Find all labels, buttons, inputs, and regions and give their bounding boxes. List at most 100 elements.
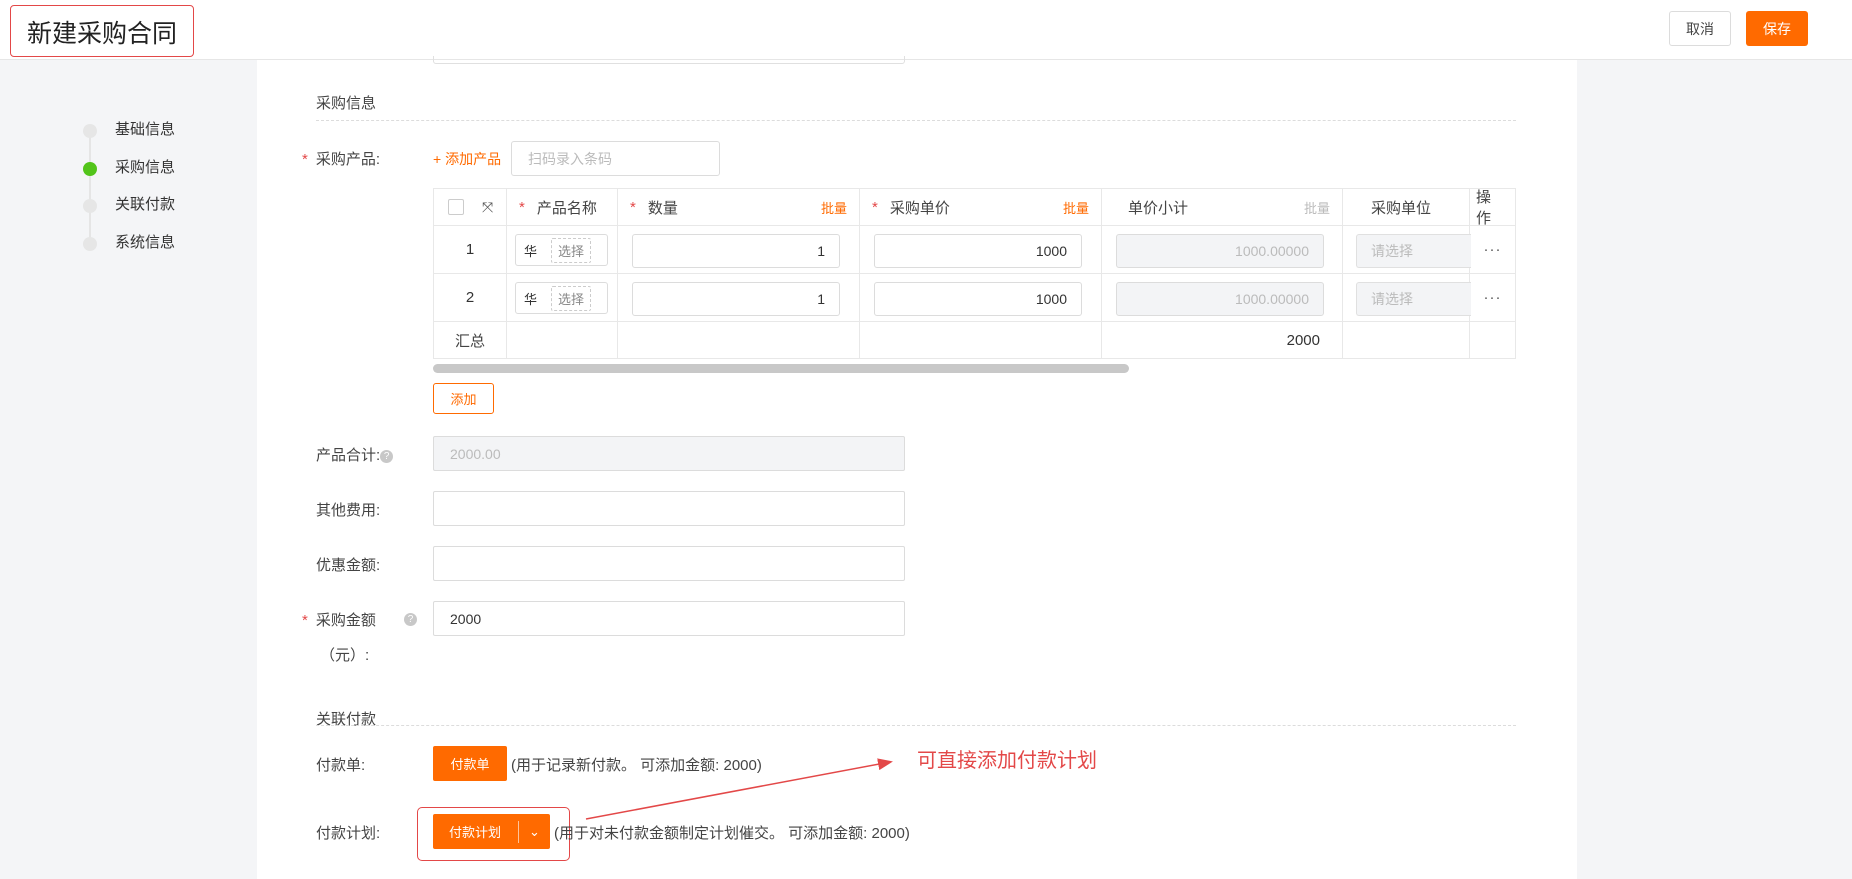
previous-field-input[interactable]: [433, 56, 905, 64]
row-index: 2: [433, 273, 507, 322]
required-mark: *: [302, 151, 308, 168]
add-row-button[interactable]: 添加: [433, 383, 494, 414]
header-unit-price: * 采购单价 批量: [859, 188, 1102, 226]
subtotal-input: [1116, 282, 1324, 316]
step-dot: [83, 236, 97, 251]
step-label: 基础信息: [115, 121, 176, 138]
label-text: 产品合计:: [316, 447, 381, 464]
other-fee-label: 其他费用:: [316, 502, 381, 519]
payment-plan-label: 付款计划:: [316, 825, 381, 842]
select-product-button[interactable]: 选择: [551, 285, 592, 311]
step-basic-info[interactable]: 基础信息: [82, 118, 262, 156]
batch-price-link[interactable]: 批量: [1063, 198, 1089, 217]
header-label: 产品名称: [536, 199, 597, 217]
unit-select[interactable]: 请选择: [1356, 282, 1471, 316]
price-cell: [859, 273, 1102, 322]
step-purchase-info[interactable]: 采购信息: [82, 156, 262, 194]
payment-plan-button-label: 付款计划: [449, 825, 502, 840]
unit-price-input[interactable]: [874, 234, 1082, 268]
row-index: 1: [433, 225, 507, 274]
product-total-label: 产品合计:?: [316, 444, 394, 465]
select-all-checkbox[interactable]: [448, 199, 464, 215]
table-header-row: ⤧ * 产品名称 * 数量 批量 * 采购单价 批量 单价小计 批量 采购单位: [433, 188, 1516, 227]
payment-plan-button[interactable]: 付款计划 ⌄: [433, 814, 550, 849]
header-select-cell: ⤧: [433, 188, 507, 226]
product-name-cell: 华 选择: [506, 273, 618, 322]
add-product-link[interactable]: + 添加产品: [433, 149, 501, 169]
page-header: 新建采购合同 取消 保存: [0, 0, 1852, 60]
help-icon[interactable]: ?: [404, 613, 417, 626]
payment-order-label: 付款单:: [316, 757, 366, 774]
summary-empty: [1469, 321, 1516, 359]
purchase-amount-input[interactable]: [433, 601, 905, 636]
product-total-input: [433, 436, 905, 471]
batch-subtotal-link: 批量: [1303, 200, 1330, 216]
step-nav: 基础信息 采购信息 关联付款 系统信息: [82, 118, 262, 268]
cancel-button[interactable]: 取消: [1669, 11, 1731, 46]
subtotal-cell: [1101, 225, 1343, 274]
label-text: 采购产品:: [315, 151, 381, 168]
step-related-payment[interactable]: 关联付款: [82, 193, 262, 231]
purchase-amount-label: * 采购金额: [302, 609, 376, 630]
quantity-cell: [617, 225, 860, 274]
help-icon[interactable]: ?: [380, 449, 394, 463]
batch-qty-link[interactable]: 批量: [821, 198, 847, 217]
header-label: 采购单价: [889, 199, 950, 217]
unit-cell: 请选择: [1342, 225, 1471, 274]
product-picker[interactable]: 华 选择: [515, 234, 608, 266]
payment-order-button[interactable]: 付款单: [433, 746, 507, 781]
step-dot: [83, 199, 97, 213]
header-quantity: * 数量 批量: [617, 188, 860, 226]
barcode-scan-input[interactable]: [511, 141, 720, 176]
step-label: 关联付款: [115, 196, 176, 213]
summary-empty: [617, 321, 860, 359]
row-more-icon[interactable]: ···: [1469, 273, 1516, 322]
table-row: 2 华 选择 请选择 ···: [433, 273, 1516, 322]
header-ops: 操作: [1469, 188, 1516, 227]
product-table: ⤧ * 产品名称 * 数量 批量 * 采购单价 批量 单价小计 批量 采购单位: [433, 188, 1516, 359]
select-product-button[interactable]: 选择: [551, 237, 592, 263]
required-mark: *: [519, 198, 525, 216]
unit-price-input[interactable]: [874, 282, 1082, 316]
summary-empty: [859, 321, 1102, 359]
save-button[interactable]: 保存: [1746, 11, 1808, 46]
product-name-text: 华: [524, 243, 538, 259]
quantity-cell: [617, 273, 860, 322]
summary-row: 汇总 2000: [433, 321, 1516, 359]
product-picker[interactable]: 华 选择: [515, 282, 608, 314]
unit-select[interactable]: 请选择: [1356, 234, 1471, 268]
purchase-amount-unit: （元）:: [320, 647, 370, 664]
step-dot: [83, 124, 97, 138]
table-row: 1 华 选择 请选择 ···: [433, 225, 1516, 274]
required-mark: *: [872, 198, 878, 216]
payment-plan-hint: (用于对未付款金额制定计划催交。 可添加金额: 2000): [554, 825, 910, 842]
section-divider: [316, 120, 1516, 121]
label-text: 采购金额: [315, 612, 376, 629]
expand-icon[interactable]: ⤧: [482, 199, 493, 216]
step-label: 采购信息: [115, 158, 176, 176]
section-title-purchase: 采购信息: [316, 95, 377, 112]
header-product-name: * 产品名称: [506, 188, 618, 226]
discount-input[interactable]: [433, 546, 905, 581]
unit-cell: 请选择: [1342, 273, 1471, 322]
chevron-down-icon[interactable]: ⌄: [519, 824, 550, 840]
header-label: 采购单位: [1371, 199, 1432, 217]
header-unit: 采购单位: [1342, 188, 1470, 226]
step-system-info[interactable]: 系统信息: [82, 231, 262, 269]
quantity-input[interactable]: [632, 234, 840, 268]
summary-total: 2000: [1101, 321, 1343, 359]
purchase-product-label: * 采购产品:: [302, 148, 380, 169]
other-fee-input[interactable]: [433, 491, 905, 526]
header-label: 操作: [1476, 189, 1492, 227]
required-mark: *: [630, 198, 636, 216]
page-title: 新建采购合同: [10, 5, 195, 57]
header-subtotal: 单价小计 批量: [1101, 188, 1343, 226]
table-horizontal-scrollbar[interactable]: [433, 364, 1129, 373]
required-mark: *: [302, 612, 308, 629]
quantity-input[interactable]: [632, 282, 840, 316]
subtotal-cell: [1101, 273, 1343, 322]
summary-label: 汇总: [433, 321, 507, 359]
row-more-icon[interactable]: ···: [1469, 225, 1516, 274]
summary-empty: [1342, 321, 1470, 359]
header-label: 数量: [647, 199, 678, 217]
